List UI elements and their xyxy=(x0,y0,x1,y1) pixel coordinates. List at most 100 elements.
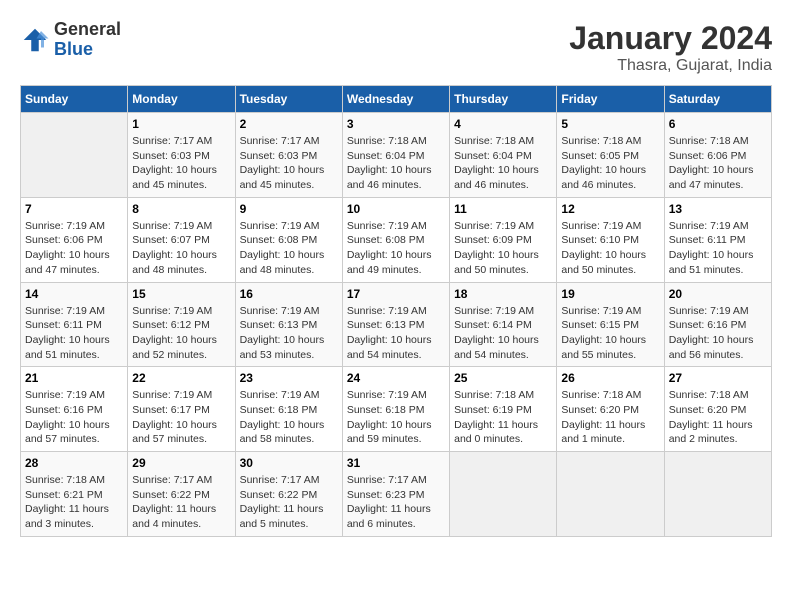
day-number: 3 xyxy=(347,117,445,131)
calendar-cell: 19 Sunrise: 7:19 AMSunset: 6:15 PMDayligh… xyxy=(557,282,664,367)
calendar-cell xyxy=(21,113,128,198)
calendar-cell: 22Sunrise: 7:19 AMSunset: 6:17 PMDayligh… xyxy=(128,367,235,452)
column-header-tuesday: Tuesday xyxy=(235,86,342,113)
day-info: Sunrise: 7:19 AMSunset: 6:15 PMDaylight:… xyxy=(561,304,659,363)
day-info: Sunrise: 7:17 AMSunset: 6:03 PMDaylight:… xyxy=(132,134,230,193)
calendar-cell: 8 Sunrise: 7:19 AMSunset: 6:07 PMDaylight… xyxy=(128,197,235,282)
day-number: 17 xyxy=(347,287,445,301)
day-number: 10 xyxy=(347,202,445,216)
calendar-cell: 17Sunrise: 7:19 AMSunset: 6:13 PMDayligh… xyxy=(342,282,449,367)
calendar-header: SundayMondayTuesdayWednesdayThursdayFrid… xyxy=(21,86,772,113)
column-header-friday: Friday xyxy=(557,86,664,113)
page-header: General Blue January 2024 Thasra, Gujara… xyxy=(20,20,772,75)
day-number: 25 xyxy=(454,371,552,385)
calendar-cell: 2 Sunrise: 7:17 AMSunset: 6:03 PMDaylight… xyxy=(235,113,342,198)
day-info: Sunrise: 7:18 AMSunset: 6:05 PMDaylight:… xyxy=(561,134,659,193)
day-number: 19 xyxy=(561,287,659,301)
day-number: 4 xyxy=(454,117,552,131)
calendar-cell xyxy=(450,452,557,537)
day-number: 24 xyxy=(347,371,445,385)
day-info: Sunrise: 7:19 AMSunset: 6:06 PMDaylight:… xyxy=(25,219,123,278)
day-info: Sunrise: 7:19 AMSunset: 6:12 PMDaylight:… xyxy=(132,304,230,363)
day-info: Sunrise: 7:18 AMSunset: 6:04 PMDaylight:… xyxy=(454,134,552,193)
day-info: Sunrise: 7:18 AMSunset: 6:04 PMDaylight:… xyxy=(347,134,445,193)
day-info: Sunrise: 7:19 AMSunset: 6:10 PMDaylight:… xyxy=(561,219,659,278)
day-info: Sunrise: 7:19 AMSunset: 6:11 PMDaylight:… xyxy=(25,304,123,363)
calendar-cell: 1 Sunrise: 7:17 AMSunset: 6:03 PMDaylight… xyxy=(128,113,235,198)
day-number: 18 xyxy=(454,287,552,301)
day-number: 5 xyxy=(561,117,659,131)
calendar-cell: 25 Sunrise: 7:18 AMSunset: 6:19 PMDayligh… xyxy=(450,367,557,452)
day-info: Sunrise: 7:19 AMSunset: 6:16 PMDaylight:… xyxy=(25,388,123,447)
day-info: Sunrise: 7:17 AMSunset: 6:22 PMDaylight:… xyxy=(240,473,338,532)
day-number: 7 xyxy=(25,202,123,216)
calendar-cell: 5 Sunrise: 7:18 AMSunset: 6:05 PMDaylight… xyxy=(557,113,664,198)
title-block: January 2024 Thasra, Gujarat, India xyxy=(569,20,772,75)
calendar-cell: 9 Sunrise: 7:19 AMSunset: 6:08 PMDaylight… xyxy=(235,197,342,282)
day-info: Sunrise: 7:18 AMSunset: 6:21 PMDaylight:… xyxy=(25,473,123,532)
day-number: 23 xyxy=(240,371,338,385)
column-header-monday: Monday xyxy=(128,86,235,113)
day-info: Sunrise: 7:17 AMSunset: 6:03 PMDaylight:… xyxy=(240,134,338,193)
day-info: Sunrise: 7:19 AMSunset: 6:08 PMDaylight:… xyxy=(240,219,338,278)
day-info: Sunrise: 7:19 AMSunset: 6:16 PMDaylight:… xyxy=(669,304,767,363)
day-number: 30 xyxy=(240,456,338,470)
day-info: Sunrise: 7:18 AMSunset: 6:06 PMDaylight:… xyxy=(669,134,767,193)
calendar-cell: 13Sunrise: 7:19 AMSunset: 6:11 PMDayligh… xyxy=(664,197,771,282)
calendar-title: January 2024 xyxy=(569,20,772,57)
day-info: Sunrise: 7:18 AMSunset: 6:19 PMDaylight:… xyxy=(454,388,552,447)
day-number: 2 xyxy=(240,117,338,131)
calendar-cell: 7 Sunrise: 7:19 AMSunset: 6:06 PMDaylight… xyxy=(21,197,128,282)
day-number: 1 xyxy=(132,117,230,131)
calendar-week-1: 1 Sunrise: 7:17 AMSunset: 6:03 PMDaylight… xyxy=(21,113,772,198)
calendar-cell: 15 Sunrise: 7:19 AMSunset: 6:12 PMDayligh… xyxy=(128,282,235,367)
calendar-cell: 18 Sunrise: 7:19 AMSunset: 6:14 PMDayligh… xyxy=(450,282,557,367)
calendar-cell: 30 Sunrise: 7:17 AMSunset: 6:22 PMDayligh… xyxy=(235,452,342,537)
day-number: 15 xyxy=(132,287,230,301)
column-header-sunday: Sunday xyxy=(21,86,128,113)
calendar-cell: 24 Sunrise: 7:19 AMSunset: 6:18 PMDayligh… xyxy=(342,367,449,452)
calendar-cell: 28 Sunrise: 7:18 AMSunset: 6:21 PMDayligh… xyxy=(21,452,128,537)
calendar-cell: 23Sunrise: 7:19 AMSunset: 6:18 PMDayligh… xyxy=(235,367,342,452)
calendar-cell: 29 Sunrise: 7:17 AMSunset: 6:22 PMDayligh… xyxy=(128,452,235,537)
calendar-week-4: 21 Sunrise: 7:19 AMSunset: 6:16 PMDayligh… xyxy=(21,367,772,452)
header-row: SundayMondayTuesdayWednesdayThursdayFrid… xyxy=(21,86,772,113)
calendar-cell: 12Sunrise: 7:19 AMSunset: 6:10 PMDayligh… xyxy=(557,197,664,282)
calendar-cell: 27Sunrise: 7:18 AMSunset: 6:20 PMDayligh… xyxy=(664,367,771,452)
day-info: Sunrise: 7:19 AMSunset: 6:07 PMDaylight:… xyxy=(132,219,230,278)
calendar-cell: 11Sunrise: 7:19 AMSunset: 6:09 PMDayligh… xyxy=(450,197,557,282)
day-number: 14 xyxy=(25,287,123,301)
calendar-subtitle: Thasra, Gujarat, India xyxy=(569,57,772,75)
calendar-table: SundayMondayTuesdayWednesdayThursdayFrid… xyxy=(20,85,772,537)
day-number: 26 xyxy=(561,371,659,385)
day-number: 6 xyxy=(669,117,767,131)
day-number: 22 xyxy=(132,371,230,385)
day-number: 29 xyxy=(132,456,230,470)
day-info: Sunrise: 7:19 AMSunset: 6:14 PMDaylight:… xyxy=(454,304,552,363)
calendar-cell: 3 Sunrise: 7:18 AMSunset: 6:04 PMDaylight… xyxy=(342,113,449,198)
day-info: Sunrise: 7:19 AMSunset: 6:18 PMDaylight:… xyxy=(347,388,445,447)
logo-general-text: General xyxy=(54,20,121,40)
calendar-cell: 6 Sunrise: 7:18 AMSunset: 6:06 PMDaylight… xyxy=(664,113,771,198)
calendar-week-3: 14 Sunrise: 7:19 AMSunset: 6:11 PMDayligh… xyxy=(21,282,772,367)
calendar-cell: 26Sunrise: 7:18 AMSunset: 6:20 PMDayligh… xyxy=(557,367,664,452)
day-info: Sunrise: 7:17 AMSunset: 6:22 PMDaylight:… xyxy=(132,473,230,532)
logo: General Blue xyxy=(20,20,121,60)
day-number: 11 xyxy=(454,202,552,216)
day-number: 9 xyxy=(240,202,338,216)
day-number: 31 xyxy=(347,456,445,470)
calendar-cell xyxy=(557,452,664,537)
calendar-week-5: 28 Sunrise: 7:18 AMSunset: 6:21 PMDayligh… xyxy=(21,452,772,537)
day-number: 21 xyxy=(25,371,123,385)
calendar-week-2: 7 Sunrise: 7:19 AMSunset: 6:06 PMDaylight… xyxy=(21,197,772,282)
day-info: Sunrise: 7:17 AMSunset: 6:23 PMDaylight:… xyxy=(347,473,445,532)
day-info: Sunrise: 7:19 AMSunset: 6:13 PMDaylight:… xyxy=(240,304,338,363)
calendar-cell: 10Sunrise: 7:19 AMSunset: 6:08 PMDayligh… xyxy=(342,197,449,282)
day-number: 28 xyxy=(25,456,123,470)
day-number: 8 xyxy=(132,202,230,216)
logo-blue-text: Blue xyxy=(54,40,121,60)
calendar-cell: 31 Sunrise: 7:17 AMSunset: 6:23 PMDayligh… xyxy=(342,452,449,537)
calendar-cell: 4 Sunrise: 7:18 AMSunset: 6:04 PMDaylight… xyxy=(450,113,557,198)
column-header-wednesday: Wednesday xyxy=(342,86,449,113)
calendar-cell: 16Sunrise: 7:19 AMSunset: 6:13 PMDayligh… xyxy=(235,282,342,367)
